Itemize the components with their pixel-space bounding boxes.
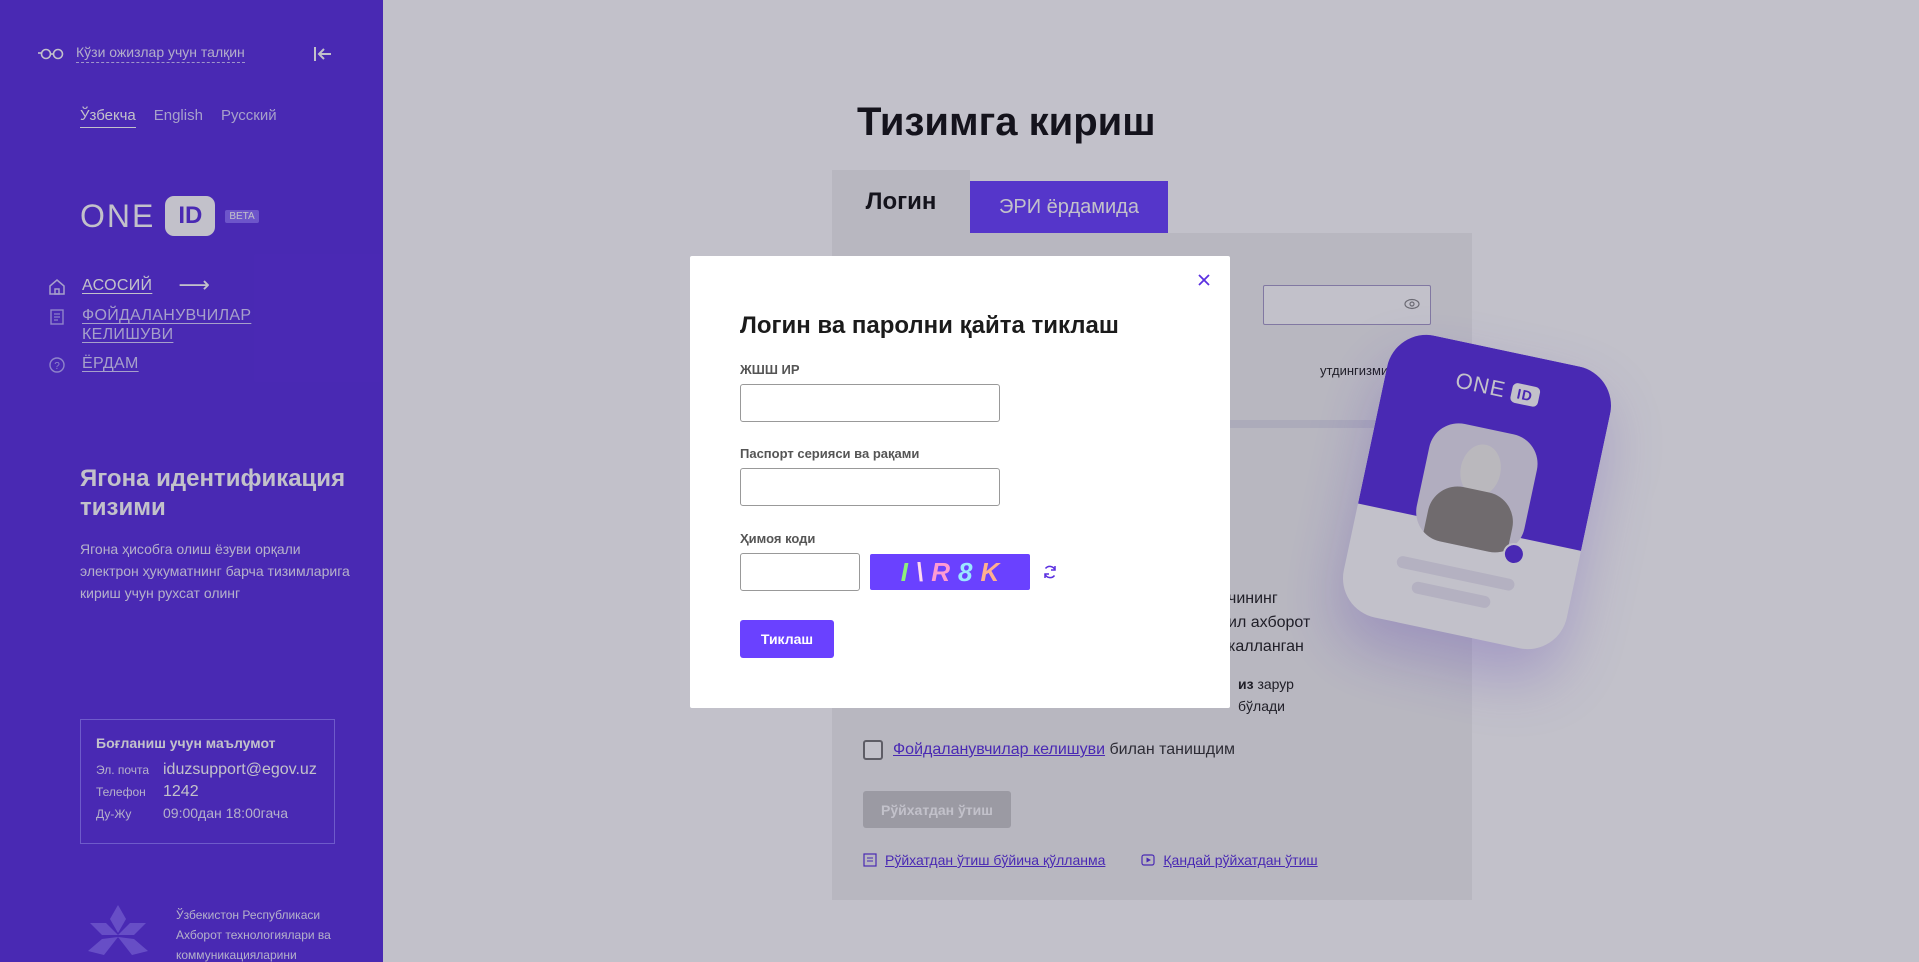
modal-title: Логин ва паролни қайта тиклаш — [740, 312, 1119, 339]
close-icon[interactable] — [1196, 272, 1212, 288]
passport-input[interactable] — [740, 468, 1000, 506]
pinfl-input[interactable] — [740, 384, 1000, 422]
captcha-char: R — [931, 556, 950, 587]
captcha-char: I — [900, 556, 908, 587]
captcha-char: 8 — [958, 556, 973, 587]
passport-label: Паспорт серияси ва рақами — [740, 446, 920, 461]
captcha-char: \ — [915, 556, 924, 587]
captcha-label: Ҳимоя коди — [740, 531, 816, 546]
captcha-char: K — [980, 556, 1000, 587]
restore-button[interactable]: Тиклаш — [740, 620, 834, 658]
refresh-icon[interactable] — [1042, 564, 1058, 580]
captcha-image: I \ R 8 K — [870, 554, 1030, 590]
captcha-input[interactable] — [740, 553, 860, 591]
pinfl-label: ЖШШ ИР — [740, 362, 800, 377]
recovery-modal: Логин ва паролни қайта тиклаш ЖШШ ИР Пас… — [690, 256, 1230, 708]
